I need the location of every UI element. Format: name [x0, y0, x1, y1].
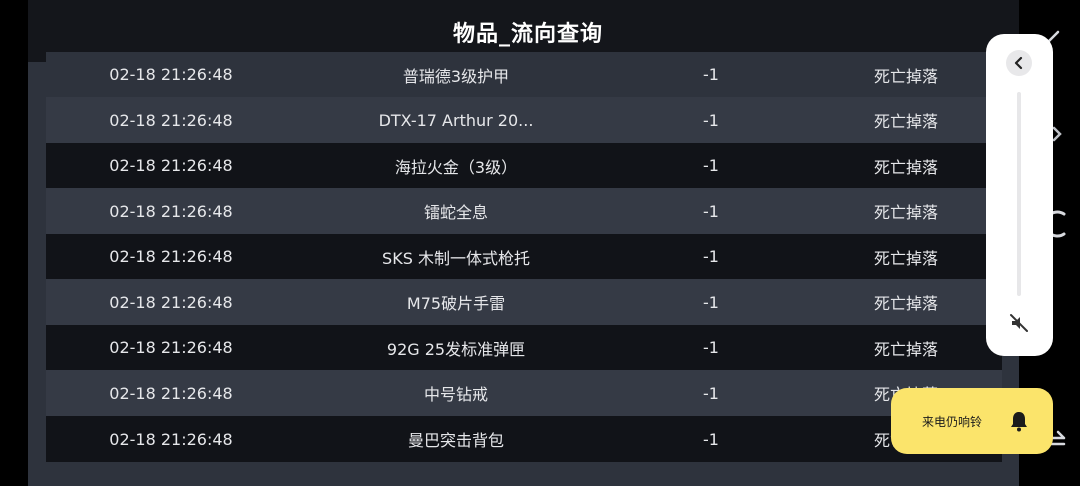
- time-cell: 02-18 21:26:48: [109, 156, 233, 175]
- volume-muted-icon[interactable]: [1009, 313, 1029, 333]
- item-cell: DTX-17 Arthur 20...: [378, 110, 534, 130]
- table-row[interactable]: 02-18 21:26:48 SKS 木制一体式枪托 -1 死亡掉落: [46, 234, 1002, 279]
- source-cell: 死亡掉落: [873, 203, 938, 222]
- quantity-cell: -1: [703, 110, 719, 130]
- quantity-cell: -1: [703, 65, 719, 84]
- volume-slider[interactable]: [1017, 92, 1021, 296]
- time-cell: 02-18 21:26:48: [109, 110, 233, 130]
- table-row[interactable]: 02-18 21:26:48 DTX-17 Arthur 20... -1 死亡…: [46, 97, 1002, 143]
- time-cell: 02-18 21:26:48: [109, 65, 233, 84]
- table-row[interactable]: 02-18 21:26:48 曼巴突击背包 -1 死亡掉落: [46, 416, 1002, 462]
- source-cell: 死亡掉落: [873, 112, 938, 131]
- chevron-right-icon[interactable]: [1052, 120, 1062, 154]
- quantity-cell: -1: [703, 429, 719, 449]
- source-cell: 死亡掉落: [873, 248, 938, 268]
- bell-icon: [1009, 410, 1029, 432]
- item-cell: M75破片手雷: [406, 294, 506, 313]
- item-cell: SKS 木制一体式枪托: [382, 248, 530, 268]
- item-cell: 镭蛇全息: [423, 203, 488, 222]
- source-cell: 死亡掉落: [873, 339, 938, 359]
- table-row[interactable]: 02-18 21:26:48 中号钻戒 -1 死亡掉落: [46, 370, 1002, 416]
- time-cell: 02-18 21:26:48: [109, 338, 233, 357]
- source-cell: 死亡掉落: [873, 66, 938, 86]
- item-cell: 曼巴突击背包: [407, 431, 504, 450]
- screen: 物品_流向查询 02-18 21:26:48 普瑞德3级护甲 -1 死亡掉落 0…: [0, 0, 1080, 486]
- table-row[interactable]: 02-18 21:26:48 M75破片手雷 -1 死亡掉落: [46, 279, 1002, 325]
- item-cell: 普瑞德3级护甲: [402, 66, 510, 86]
- table-row[interactable]: 02-18 21:26:48 92G 25发标准弹匣 -1 死亡掉落: [46, 325, 1002, 370]
- table-row[interactable]: 02-18 21:26:48 镭蛇全息 -1 死亡掉落: [46, 188, 1002, 234]
- time-cell: 02-18 21:26:48: [109, 383, 233, 403]
- source-cell: 死亡掉落: [873, 294, 938, 313]
- call-ringing-toast[interactable]: 来电仍响铃: [891, 388, 1053, 454]
- time-cell: 02-18 21:26:48: [109, 429, 233, 449]
- table-row[interactable]: 02-18 21:26:48 普瑞德3级护甲 -1 死亡掉落: [46, 52, 1002, 97]
- page-title: 物品_流向查询: [452, 22, 603, 47]
- item-cell: 92G 25发标准弹匣: [386, 339, 526, 359]
- table-row[interactable]: 02-18 21:26:48 海拉火金（3级） -1 死亡掉落: [46, 143, 1002, 188]
- quantity-cell: -1: [703, 156, 719, 175]
- item-cell: 中号钻戒: [423, 385, 488, 404]
- quantity-cell: -1: [703, 201, 719, 221]
- time-cell: 02-18 21:26:48: [109, 201, 233, 221]
- toast-text: 来电仍响铃: [922, 414, 983, 429]
- item-cell: 海拉火金（3级）: [394, 157, 518, 177]
- quantity-cell: -1: [703, 292, 719, 312]
- quantity-cell: -1: [703, 383, 719, 403]
- quantity-cell: -1: [703, 247, 719, 266]
- source-cell: 死亡掉落: [873, 157, 938, 177]
- quantity-cell: -1: [703, 338, 719, 357]
- time-cell: 02-18 21:26:48: [109, 292, 233, 312]
- time-cell: 02-18 21:26:48: [109, 247, 233, 266]
- chevron-left-icon[interactable]: [1006, 50, 1032, 76]
